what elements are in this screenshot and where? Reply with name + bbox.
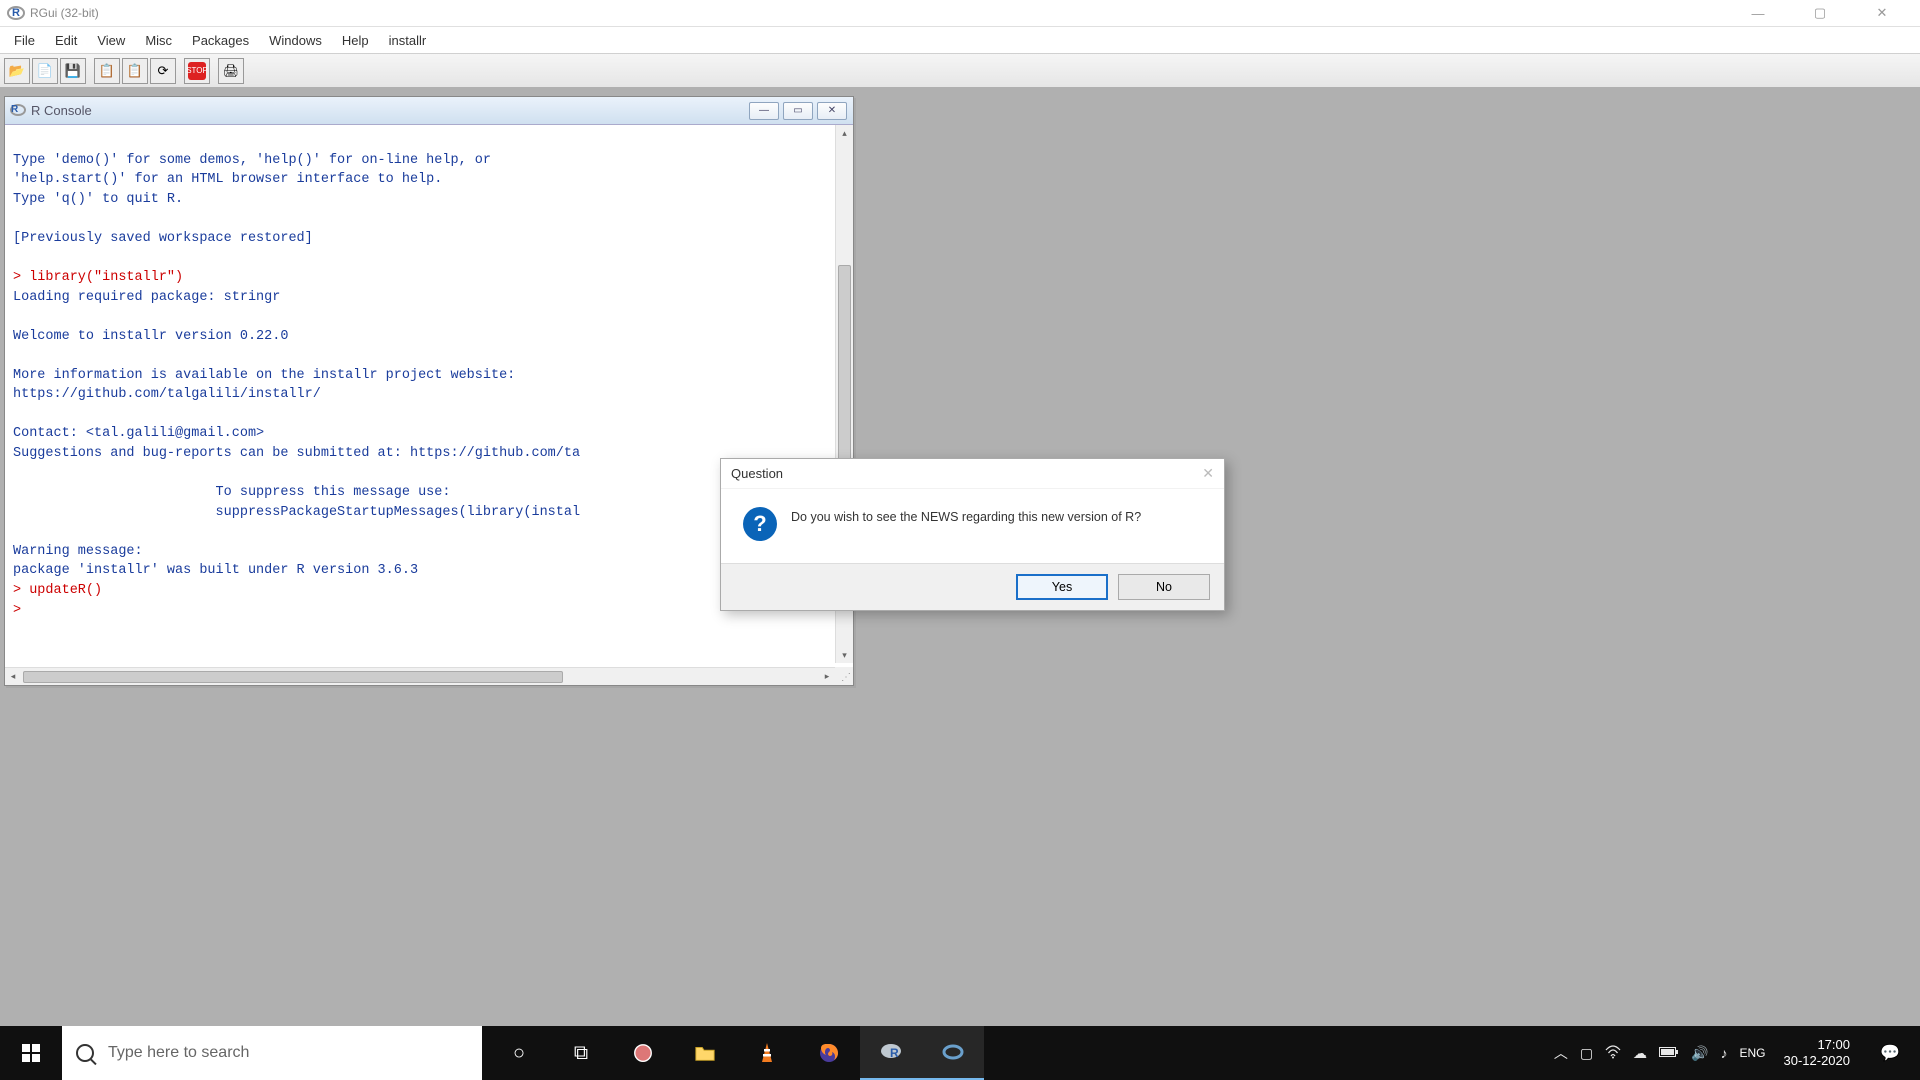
menu-misc[interactable]: Misc — [135, 29, 182, 52]
scroll-right-arrow-icon[interactable]: ▸ — [819, 669, 835, 685]
menu-view[interactable]: View — [87, 29, 135, 52]
toolbar-print-button[interactable]: 🖨 — [218, 58, 244, 84]
minimize-button[interactable]: — — [1738, 3, 1778, 23]
close-button[interactable]: ✕ — [1862, 3, 1902, 23]
app-icon — [632, 1042, 654, 1064]
dialog-body: ? Do you wish to see the NEWS regarding … — [721, 489, 1224, 563]
horizontal-scrollbar[interactable]: ◂ ▸ — [5, 667, 835, 685]
taskbar-search[interactable]: Type here to search — [62, 1026, 482, 1080]
tray-chevron-up-icon[interactable]: ︿ — [1554, 1043, 1568, 1063]
toolbar-stop-button[interactable]: STOP — [184, 58, 210, 84]
toolbar-source-button[interactable]: 📄 — [32, 58, 58, 84]
stop-icon: STOP — [188, 62, 206, 80]
vlc-icon[interactable] — [736, 1026, 798, 1080]
menu-file[interactable]: File — [4, 29, 45, 52]
save-icon: 💾 — [65, 63, 81, 79]
toolbar: 📂 📄 💾 📋 📋 ⟳ STOP 🖨 — [0, 54, 1920, 88]
print-icon: 🖨 — [223, 63, 240, 79]
volume-icon[interactable]: 🔊 — [1691, 1045, 1708, 1062]
tray-misc-icon[interactable]: ♪ — [1720, 1045, 1727, 1061]
clock-time: 17:00 — [1784, 1037, 1851, 1053]
r-console-controls: — ▭ ✕ — [749, 102, 847, 120]
firefox-logo-icon — [817, 1041, 841, 1065]
source-icon: 📄 — [37, 63, 53, 79]
menu-packages[interactable]: Packages — [182, 29, 259, 52]
scroll-left-arrow-icon[interactable]: ◂ — [5, 669, 21, 685]
dialog-close-button[interactable]: ✕ — [1184, 465, 1214, 482]
wifi-icon[interactable] — [1605, 1045, 1621, 1062]
maximize-button[interactable]: ▢ — [1800, 3, 1840, 23]
dialog-message: Do you wish to see the NEWS regarding th… — [791, 507, 1141, 541]
scroll-down-arrow-icon[interactable]: ▾ — [836, 647, 853, 663]
menu-bar: File Edit View Misc Packages Windows Hel… — [0, 27, 1920, 54]
app-title: RGui (32-bit) — [30, 6, 99, 20]
vertical-scroll-thumb[interactable] — [838, 265, 851, 485]
taskbar-icons: ○ ⧉ R — [488, 1026, 984, 1080]
paste-icon: 📋 — [127, 63, 143, 79]
clock-date: 30-12-2020 — [1784, 1053, 1851, 1069]
tray-app-icon[interactable]: ▢ — [1580, 1045, 1593, 1062]
mdi-workspace: R R Console — ▭ ✕ Type 'demo()' for some… — [0, 88, 1920, 1026]
scroll-up-arrow-icon[interactable]: ▴ — [836, 125, 853, 141]
toolbar-save-button[interactable]: 💾 — [60, 58, 86, 84]
open-icon: 📂 — [9, 63, 25, 79]
menu-edit[interactable]: Edit — [45, 29, 87, 52]
search-icon — [76, 1044, 94, 1062]
r-logo-icon: R — [8, 5, 24, 21]
menu-installr[interactable]: installr — [379, 29, 437, 52]
yes-button[interactable]: Yes — [1016, 574, 1108, 600]
dialog-title: Question — [731, 466, 783, 481]
resize-grip-icon[interactable]: ⋰ — [835, 667, 853, 685]
no-button[interactable]: No — [1118, 574, 1210, 600]
app-title-bar: R RGui (32-bit) — ▢ ✕ — [0, 0, 1920, 27]
r-logo-small-icon: R — [11, 104, 25, 118]
dialog-footer: Yes No — [721, 563, 1224, 610]
window-controls: — ▢ ✕ — [1738, 3, 1912, 23]
search-placeholder: Type here to search — [108, 1044, 249, 1062]
console-close-button[interactable]: ✕ — [817, 102, 847, 120]
horizontal-scroll-thumb[interactable] — [23, 671, 563, 683]
question-dialog: Question ✕ ? Do you wish to see the NEWS… — [720, 458, 1225, 611]
cone-icon — [757, 1042, 777, 1064]
r-app-icon: R — [879, 1040, 903, 1064]
copy-icon: 📋 — [99, 63, 115, 79]
question-icon: ? — [743, 507, 777, 541]
console-minimize-button[interactable]: — — [749, 102, 779, 120]
taskbar-clock[interactable]: 17:00 30-12-2020 — [1784, 1037, 1851, 1068]
onedrive-icon[interactable]: ☁ — [1633, 1045, 1647, 1062]
rgui-taskbar-icon[interactable]: R — [860, 1026, 922, 1080]
file-explorer-icon[interactable] — [674, 1026, 736, 1080]
refresh-icon: ⟳ — [158, 63, 169, 79]
firefox-icon[interactable] — [798, 1026, 860, 1080]
console-maximize-button[interactable]: ▭ — [783, 102, 813, 120]
action-center-icon[interactable]: 💬 — [1868, 1026, 1912, 1080]
r-console-title: R Console — [31, 103, 92, 118]
menu-windows[interactable]: Windows — [259, 29, 332, 52]
toolbar-paste-button[interactable]: 📋 — [122, 58, 148, 84]
start-button[interactable] — [0, 1026, 62, 1080]
dialog-title-bar[interactable]: Question ✕ — [721, 459, 1224, 489]
windows-logo-icon — [22, 1044, 40, 1062]
folder-icon — [694, 1043, 716, 1063]
system-tray: ︿ ▢ ☁ 🔊 ♪ ENG 17:00 30-12-2020 💬 — [1554, 1026, 1920, 1080]
menu-help[interactable]: Help — [332, 29, 379, 52]
taskbar-app-extra[interactable] — [922, 1026, 984, 1080]
windows-taskbar: Type here to search ○ ⧉ R ︿ ▢ ☁ — [0, 1026, 1920, 1080]
task-view-icon[interactable]: ⧉ — [550, 1026, 612, 1080]
toolbar-refresh-button[interactable]: ⟳ — [150, 58, 176, 84]
r-console-title-bar[interactable]: R R Console — ▭ ✕ — [5, 97, 853, 125]
cortana-icon[interactable]: ○ — [488, 1026, 550, 1080]
svg-text:R: R — [890, 1046, 899, 1060]
battery-icon[interactable] — [1659, 1045, 1679, 1061]
language-indicator[interactable]: ENG — [1739, 1046, 1765, 1060]
ring-icon — [941, 1040, 965, 1064]
toolbar-open-button[interactable]: 📂 — [4, 58, 30, 84]
taskbar-app-1[interactable] — [612, 1026, 674, 1080]
toolbar-copy-button[interactable]: 📋 — [94, 58, 120, 84]
